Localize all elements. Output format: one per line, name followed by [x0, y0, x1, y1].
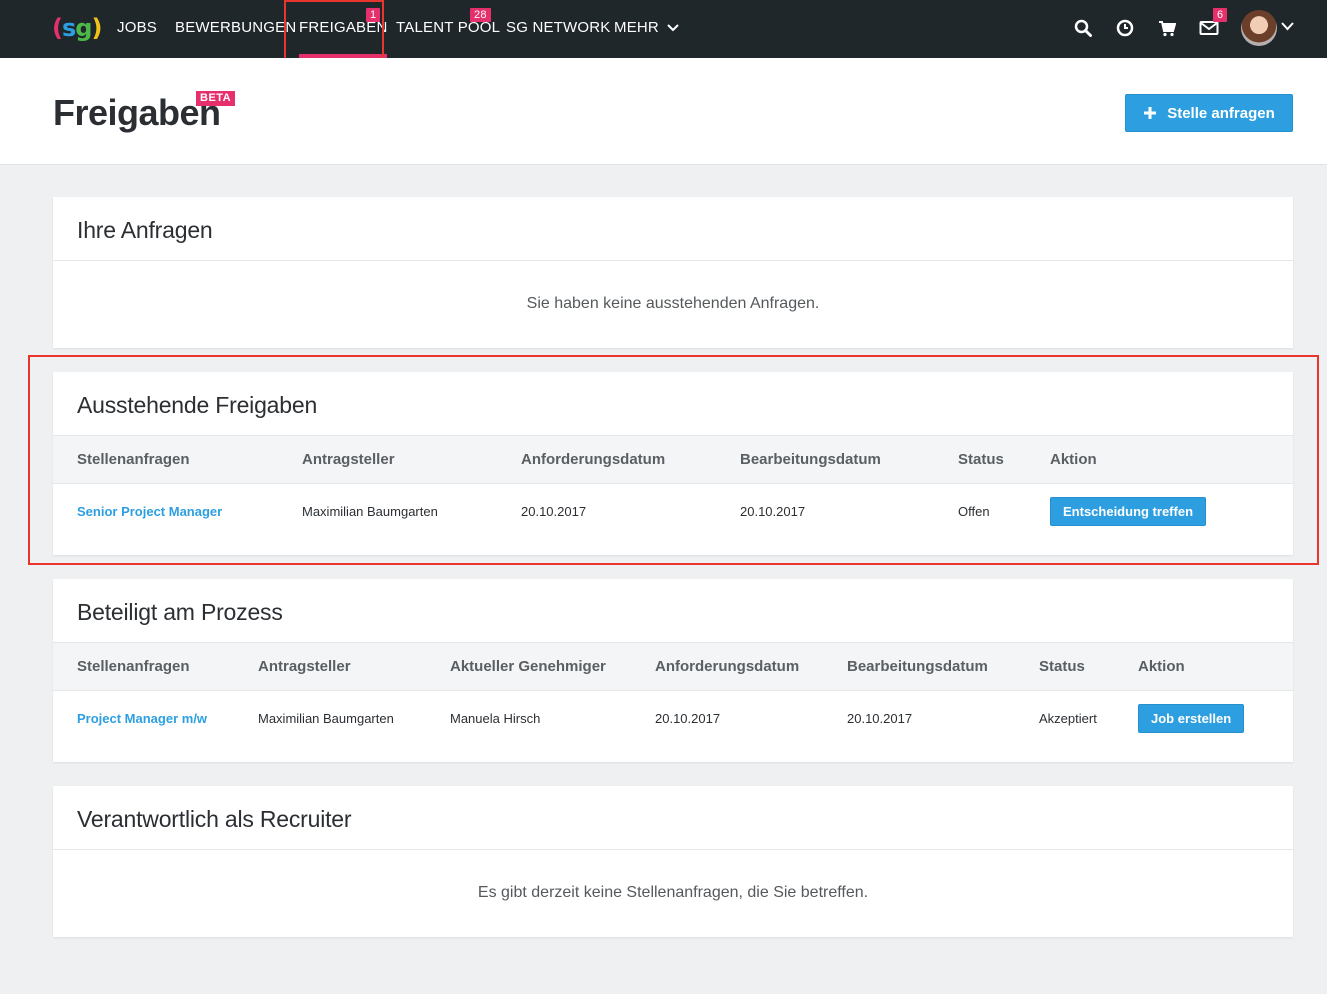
col-aktion: Aktion — [1138, 658, 1185, 675]
nav-bewerbungen[interactable]: BEWERBUNGEN — [175, 0, 296, 58]
nav-sg-network[interactable]: SG NETWORK — [506, 0, 611, 58]
card-verantwortlich-recruiter: Verantwortlich als Recruiter Es gibt der… — [53, 786, 1293, 937]
beta-badge: BETA — [196, 91, 236, 106]
card-title-beteiligt: Beteiligt am Prozess — [53, 579, 1293, 643]
empty-message-recruiter: Es gibt derzeit keine Stellenanfragen, d… — [477, 884, 869, 901]
status-cell: Offen — [958, 504, 990, 519]
nav-mehr[interactable]: MEHR — [614, 0, 680, 58]
create-job-button[interactable]: Job erstellen — [1138, 704, 1245, 733]
processed-date-cell: 20.10.2017 — [740, 504, 806, 519]
col-bearbeitungsdatum[interactable]: Bearbeitungsdatum — [847, 643, 988, 691]
nav-mehr-label: MEHR — [614, 19, 659, 36]
col-stellenanfragen[interactable]: Stellenanfragen — [77, 436, 190, 484]
nav-bewerbungen-label: BEWERBUNGEN — [175, 19, 297, 36]
processed-date-cell: 20.10.2017 — [847, 711, 913, 726]
card-title-ausstehende: Ausstehende Freigaben — [53, 372, 1293, 436]
nav-talent-pool[interactable]: TALENT POOL 28 — [396, 0, 500, 58]
col-antragsteller[interactable]: Antragsteller — [302, 436, 395, 484]
chevron-down-icon — [667, 24, 680, 32]
decide-button[interactable]: Entscheidung treffen — [1050, 497, 1207, 526]
col-status[interactable]: Status — [958, 436, 1004, 484]
user-avatar[interactable] — [1241, 10, 1277, 46]
search-icon[interactable] — [1072, 17, 1094, 39]
card-title-recruiter: Verantwortlich als Recruiter — [53, 786, 1293, 850]
mail-count-badge: 6 — [1213, 8, 1228, 22]
avatar-chevron-down-icon[interactable] — [1281, 22, 1294, 31]
nav-sg-network-label: SG NETWORK — [506, 19, 611, 36]
cart-icon[interactable] — [1156, 17, 1178, 39]
table-row: Project Manager m/w Maximilian Baumgarte… — [53, 691, 1293, 746]
approver-cell: Manuela Hirsch — [450, 711, 541, 726]
page-header: Freigaben BETA Stelle anfragen — [0, 58, 1327, 165]
clock-icon[interactable] — [1114, 17, 1136, 39]
job-link[interactable]: Project Manager m/w — [77, 691, 207, 746]
col-status[interactable]: Status — [1039, 643, 1085, 691]
card-beteiligt-am-prozess: Beteiligt am Prozess Stellenanfragen Ant… — [53, 579, 1293, 762]
nav-jobs[interactable]: JOBS — [117, 0, 157, 58]
card-title-ihre-anfragen: Ihre Anfragen — [53, 197, 1293, 261]
applicant-cell: Maximilian Baumgarten — [258, 711, 394, 726]
freigaben-count-badge: 1 — [366, 8, 381, 22]
nav-jobs-label: JOBS — [117, 19, 157, 36]
table-header: Stellenanfragen Antragsteller Aktueller … — [53, 643, 1293, 691]
card-ausstehende-freigaben: Ausstehende Freigaben Stellenanfragen An… — [53, 372, 1293, 555]
job-link[interactable]: Senior Project Manager — [77, 484, 222, 539]
empty-message-anfragen: Sie haben keine ausstehenden Anfragen. — [526, 295, 820, 312]
col-anforderungsdatum[interactable]: Anforderungsdatum — [521, 436, 665, 484]
col-aktueller-genehmiger[interactable]: Aktueller Genehmiger — [450, 643, 606, 691]
card-ihre-anfragen: Ihre Anfragen Sie haben keine ausstehend… — [53, 197, 1293, 348]
app-logo[interactable]: (sg) — [52, 10, 102, 46]
plus-icon — [1144, 107, 1157, 119]
col-aktion: Aktion — [1050, 451, 1097, 468]
col-bearbeitungsdatum[interactable]: Bearbeitungsdatum — [740, 436, 881, 484]
status-cell: Akzeptiert — [1039, 711, 1097, 726]
top-navbar: (sg) JOBS BEWERBUNGEN FREIGABEN 1 TALENT… — [0, 0, 1327, 58]
request-position-label: Stelle anfragen — [1167, 104, 1275, 122]
requested-date-cell: 20.10.2017 — [655, 711, 721, 726]
nav-freigaben[interactable]: FREIGABEN 1 — [299, 0, 388, 58]
col-stellenanfragen[interactable]: Stellenanfragen — [77, 643, 190, 691]
col-antragsteller[interactable]: Antragsteller — [258, 643, 351, 691]
request-position-button[interactable]: Stelle anfragen — [1125, 94, 1293, 132]
col-anforderungsdatum[interactable]: Anforderungsdatum — [655, 643, 799, 691]
table-row: Senior Project Manager Maximilian Baumga… — [53, 484, 1293, 539]
requested-date-cell: 20.10.2017 — [521, 504, 587, 519]
table-header: Stellenanfragen Antragsteller Anforderun… — [53, 436, 1293, 484]
talent-pool-count-badge: 28 — [470, 8, 491, 22]
applicant-cell: Maximilian Baumgarten — [302, 504, 438, 519]
